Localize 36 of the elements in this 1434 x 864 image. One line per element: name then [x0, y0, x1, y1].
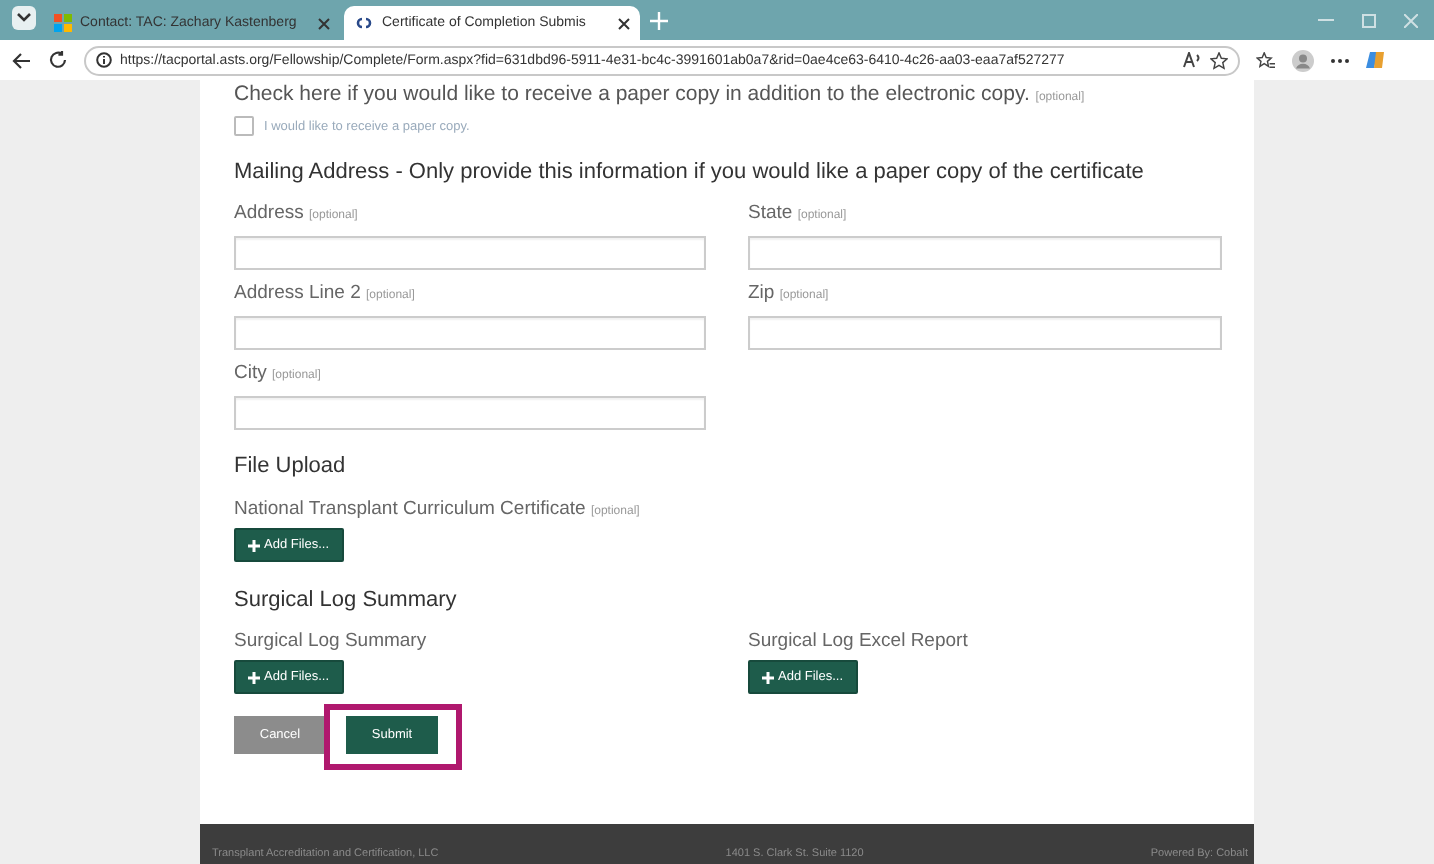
new-tab-icon[interactable]	[650, 11, 668, 29]
field-label: Address	[234, 202, 304, 224]
field-label: Zip	[748, 282, 775, 304]
input-field[interactable]	[234, 396, 706, 430]
input-field[interactable]	[234, 236, 706, 270]
section-heading: Mailing Address - Only provide this information if you would like a paper copy of the certificate	[234, 158, 1146, 186]
field-label: National Transplant Curriculum Certificate	[234, 498, 586, 520]
favorites-icon[interactable]	[1256, 51, 1276, 69]
input-field[interactable]	[748, 236, 1222, 270]
input-field[interactable]	[234, 316, 706, 350]
chevron-down-icon	[16, 11, 32, 23]
profile-avatar-icon[interactable]	[1292, 49, 1314, 71]
field-label: City	[234, 362, 267, 384]
star-icon[interactable]	[1210, 51, 1228, 69]
input-field[interactable]	[748, 316, 1222, 350]
field-label: Address Line 2	[234, 282, 361, 304]
field-label: Surgical Log Excel Report	[748, 630, 968, 652]
section-heading: File Upload	[234, 452, 348, 480]
plus-icon	[248, 539, 260, 551]
field-label: State	[748, 202, 793, 224]
minimize-icon[interactable]	[1318, 13, 1334, 25]
grid-logo-icon	[54, 14, 72, 32]
info-icon[interactable]	[96, 52, 112, 68]
more-icon[interactable]	[1330, 57, 1350, 63]
field-label: Surgical Log Summary	[234, 630, 427, 652]
close-icon[interactable]	[618, 17, 630, 29]
tab-list-button[interactable]	[12, 5, 36, 29]
back-arrow-icon[interactable]	[12, 51, 32, 69]
plus-icon	[762, 671, 774, 683]
plus-icon	[248, 671, 260, 683]
copilot-icon[interactable]	[1366, 50, 1386, 70]
maximize-icon[interactable]	[1362, 13, 1376, 27]
reload-icon[interactable]	[48, 50, 68, 70]
checkbox[interactable]	[234, 116, 254, 136]
read-aloud-icon[interactable]	[1182, 52, 1202, 68]
section-heading: Surgical Log Summary	[234, 586, 459, 614]
